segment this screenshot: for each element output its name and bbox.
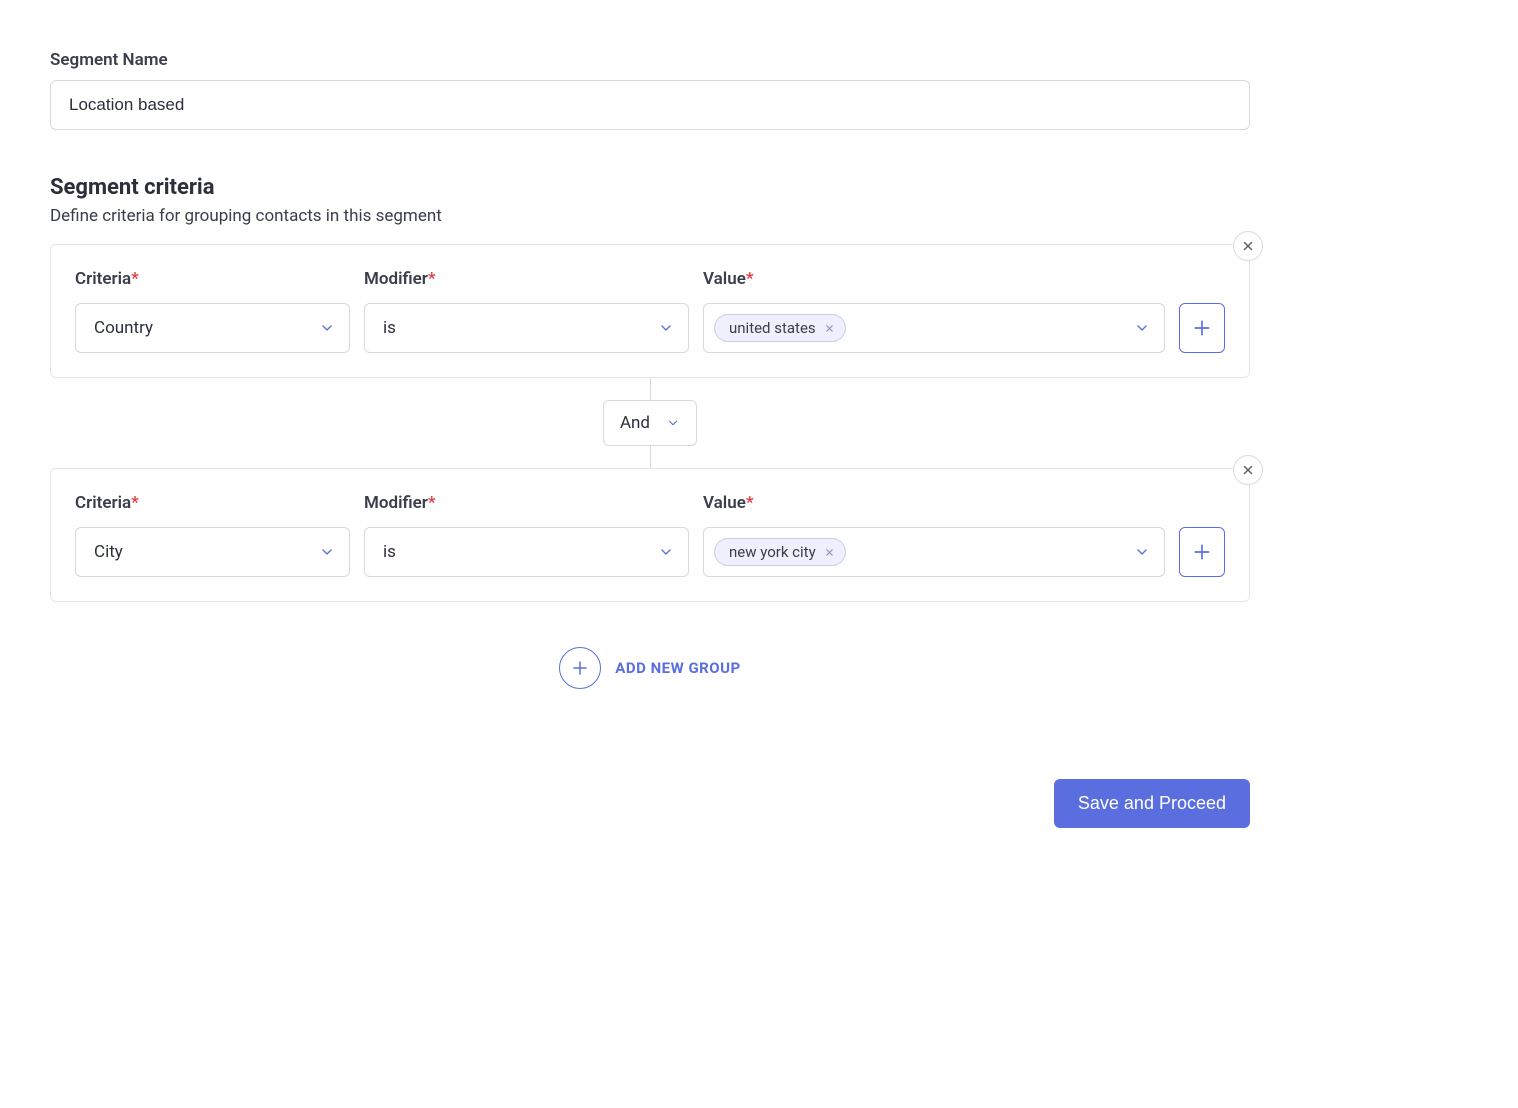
value-input[interactable]: new york city bbox=[703, 527, 1165, 577]
modifier-value: is bbox=[383, 318, 396, 338]
operator-value: And bbox=[620, 413, 650, 433]
criteria-label: Criteria* bbox=[75, 493, 350, 513]
modifier-select[interactable]: is bbox=[364, 527, 689, 577]
criteria-value: City bbox=[94, 542, 123, 562]
modifier-label: Modifier* bbox=[364, 493, 689, 513]
plus-icon bbox=[1192, 318, 1212, 338]
value-tag: united states bbox=[714, 314, 846, 342]
add-new-group-button[interactable]: ADD NEW GROUP bbox=[50, 647, 1250, 689]
connector-line bbox=[650, 446, 651, 468]
chevron-down-icon bbox=[666, 416, 680, 430]
criteria-section-desc: Define criteria for grouping contacts in… bbox=[50, 206, 1250, 226]
segment-name-input[interactable] bbox=[50, 80, 1250, 130]
remove-tag-icon[interactable] bbox=[824, 547, 835, 558]
criteria-select[interactable]: City bbox=[75, 527, 350, 577]
chevron-down-icon bbox=[319, 320, 335, 336]
criteria-section-title: Segment criteria bbox=[50, 175, 1250, 200]
remove-tag-icon[interactable] bbox=[824, 323, 835, 334]
modifier-select[interactable]: is bbox=[364, 303, 689, 353]
remove-group-button[interactable] bbox=[1233, 231, 1263, 261]
connector-line bbox=[650, 378, 651, 400]
group-connector: And bbox=[50, 378, 1250, 468]
criteria-group: Criteria* City Modifier* is Value* new y… bbox=[50, 468, 1250, 602]
chevron-down-icon bbox=[1134, 320, 1150, 336]
plus-icon bbox=[571, 659, 589, 677]
chevron-down-icon bbox=[319, 544, 335, 560]
add-group-circle-icon bbox=[559, 647, 601, 689]
criteria-label: Criteria* bbox=[75, 269, 350, 289]
tag-text: new york city bbox=[729, 543, 816, 561]
remove-group-button[interactable] bbox=[1233, 455, 1263, 485]
criteria-value: Country bbox=[94, 318, 153, 338]
chevron-down-icon bbox=[658, 544, 674, 560]
criteria-select[interactable]: Country bbox=[75, 303, 350, 353]
operator-select[interactable]: And bbox=[603, 400, 697, 446]
chevron-down-icon bbox=[658, 320, 674, 336]
close-icon bbox=[1241, 463, 1255, 477]
save-and-proceed-button[interactable]: Save and Proceed bbox=[1054, 779, 1250, 828]
modifier-label: Modifier* bbox=[364, 269, 689, 289]
add-criteria-button[interactable] bbox=[1179, 527, 1225, 577]
value-label: Value* bbox=[703, 269, 1165, 289]
modifier-value: is bbox=[383, 542, 396, 562]
tag-text: united states bbox=[729, 319, 816, 337]
value-tag: new york city bbox=[714, 538, 846, 566]
add-new-group-label: ADD NEW GROUP bbox=[615, 659, 740, 677]
plus-icon bbox=[1192, 542, 1212, 562]
value-input[interactable]: united states bbox=[703, 303, 1165, 353]
add-criteria-button[interactable] bbox=[1179, 303, 1225, 353]
segment-name-label: Segment Name bbox=[50, 50, 1250, 70]
close-icon bbox=[1241, 239, 1255, 253]
criteria-group: Criteria* Country Modifier* is Value* un… bbox=[50, 244, 1250, 378]
chevron-down-icon bbox=[1134, 544, 1150, 560]
value-label: Value* bbox=[703, 493, 1165, 513]
